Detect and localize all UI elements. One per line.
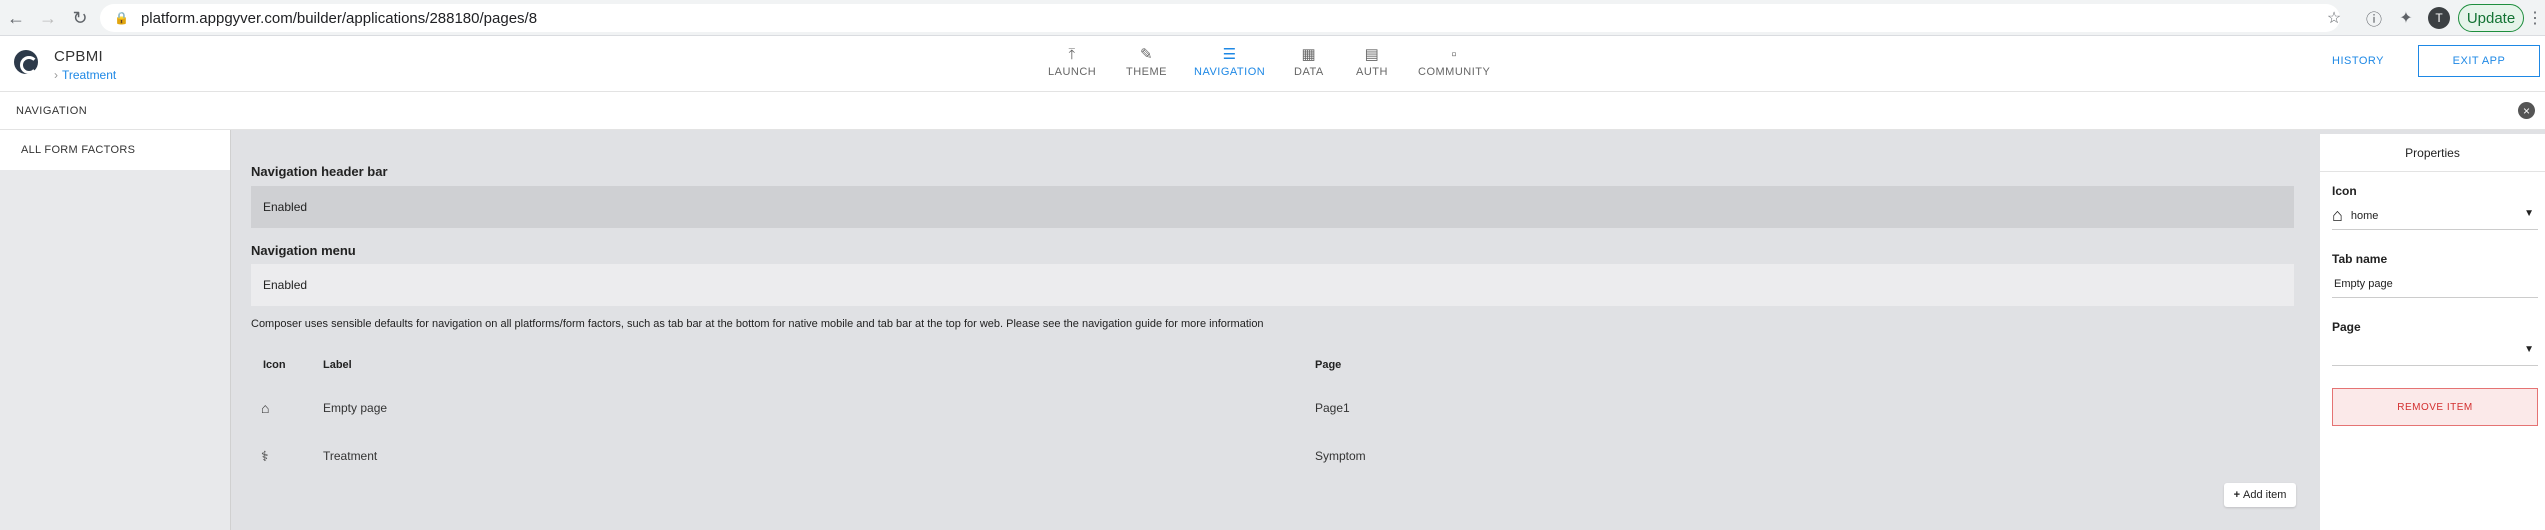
history-button[interactable]: HISTORY [2332,55,2384,67]
page-select[interactable]: ▼ [2332,338,2538,366]
column-header-label: Label [323,359,352,371]
tab-label: LAUNCH [1048,66,1097,78]
stethoscope-icon: ⚕ [261,448,269,464]
update-button[interactable]: Update [2458,4,2524,32]
extension-info-icon[interactable]: ⓘ [2362,6,2386,30]
address-bar[interactable]: 🔒 platform.appgyver.com/builder/applicat… [100,4,2340,32]
menu-label: Navigation menu [251,243,356,258]
chevron-right-icon: › [54,68,58,82]
profile-avatar[interactable]: T [2428,7,2450,29]
icon-field-label: Icon [2332,184,2357,198]
add-item-button[interactable]: + Add item [2224,483,2296,507]
section-title: NAVIGATION [16,105,88,117]
menu-toggle[interactable]: Enabled [251,264,2294,306]
breadcrumb-page: Treatment [62,68,117,82]
bookmark-star-icon[interactable]: ☆ [2322,6,2346,30]
tab-name-label: Tab name [2332,252,2388,266]
icon-select-value: home [2350,209,2379,222]
section-bar: NAVIGATION × [0,92,2545,130]
page-field-label: Page [2332,320,2361,334]
tab-label: AUTH [1356,66,1388,78]
tab-label: COMMUNITY [1418,66,1491,78]
exit-app-button[interactable]: EXIT APP [2418,45,2540,77]
chevron-down-icon: ▼ [2524,208,2534,219]
tab-community[interactable]: ▫ COMMUNITY [1418,44,1490,88]
add-item-label: Add item [2243,489,2287,501]
remove-item-button[interactable]: REMOVE ITEM [2332,388,2538,426]
home-icon: ⌂ [2332,205,2343,225]
folder-icon: ▦ [1301,46,1317,63]
document-icon: ▤ [1364,46,1380,63]
form-factor-sidebar: ALL FORM FACTORS [0,130,231,530]
upload-icon: ⤒ [1068,46,1076,63]
properties-panel: Properties Icon ⌂ home ▼ Tab name Empty … [2320,134,2545,530]
close-icon[interactable]: × [2518,102,2535,119]
more-options-icon[interactable]: ⋮ [2527,6,2543,30]
icon-select[interactable]: ⌂ home ▼ [2332,202,2538,230]
tab-label: DATA [1294,66,1324,78]
column-header-page: Page [1315,359,1342,371]
header-bar-label: Navigation header bar [251,164,388,179]
help-text: Composer uses sensible defaults for navi… [251,318,1264,330]
row-page: Page1 [1315,401,1350,415]
appgyver-logo-icon[interactable] [14,50,38,74]
breadcrumb[interactable]: › Treatment [54,68,116,82]
row-page: Symptom [1315,449,1366,463]
url-text: platform.appgyver.com/builder/applicatio… [140,9,538,27]
tab-label: NAVIGATION [1194,66,1266,78]
tab-name-input[interactable]: Empty page [2332,270,2538,298]
tab-label: THEME [1126,66,1167,78]
pen-icon: ✎ [1139,46,1154,63]
forward-arrow-icon[interactable]: → [36,6,60,30]
sidebar-item-all-form-factors[interactable]: ALL FORM FACTORS [0,130,230,170]
properties-title: Properties [2320,134,2545,172]
lock-icon: 🔒 [114,11,129,25]
plus-icon: + [2233,489,2240,501]
tab-auth[interactable]: ▤ AUTH [1356,44,1388,88]
tab-theme[interactable]: ✎ THEME [1126,44,1167,88]
tab-launch[interactable]: ⤒ LAUNCH [1048,44,1096,88]
row-label: Treatment [323,449,378,463]
chat-icon: ▫ [1451,46,1458,63]
chevron-down-icon: ▼ [2524,344,2534,355]
app-header: CPBMI › Treatment ⤒ LAUNCH ✎ THEME ☰ NAVI… [0,36,2545,92]
app-title: CPBMI [54,48,104,65]
back-arrow-icon[interactable]: ← [4,6,28,30]
header-bar-toggle[interactable]: Enabled [251,186,2294,228]
puzzle-icon[interactable]: ✦ [2394,6,2418,30]
reload-icon[interactable]: ↻ [68,6,92,30]
tab-data[interactable]: ▦ DATA [1294,44,1324,88]
tab-navigation[interactable]: ☰ NAVIGATION [1194,44,1265,88]
home-icon: ⌂ [261,400,270,416]
column-header-icon: Icon [263,359,286,371]
browser-toolbar: ← → ↻ 🔒 platform.appgyver.com/builder/ap… [0,0,2545,36]
navigation-editor: Navigation header bar Enabled Navigation… [231,130,2315,530]
row-label: Empty page [323,401,388,415]
list-icon: ☰ [1222,46,1237,63]
